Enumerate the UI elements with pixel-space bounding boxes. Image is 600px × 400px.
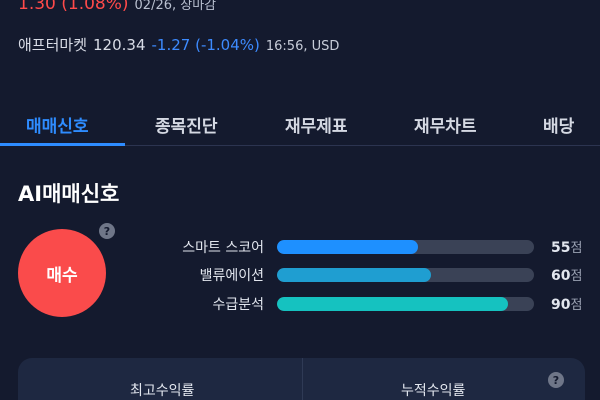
- metric-score: 90점: [551, 297, 583, 313]
- metric-row-valuation: 밸류에이션 60점: [0, 263, 600, 285]
- returns-card: 최고수익률 누적수익률: [18, 358, 585, 400]
- section-title: AI매매신호: [18, 182, 120, 206]
- metric-track: [277, 240, 534, 254]
- metric-row-smart-score: 스마트 스코어 55점: [0, 235, 600, 257]
- metric-label: 수급분석: [212, 297, 264, 313]
- metric-score: 55점: [551, 240, 583, 256]
- metric-row-supply-demand: 수급분석 90점: [0, 292, 600, 314]
- tab-stock-diagnosis[interactable]: 종목진단: [155, 112, 218, 137]
- max-return-label: 최고수익률: [130, 383, 195, 399]
- price-change: 1.30 (1.08%): [18, 0, 129, 14]
- after-market-time: 16:56, USD: [265, 39, 340, 54]
- tab-trading-signal[interactable]: 매매신호: [26, 112, 89, 137]
- tab-financial-charts[interactable]: 재무차트: [414, 112, 477, 137]
- help-icon[interactable]: ?: [548, 372, 564, 388]
- metric-track: [277, 268, 534, 282]
- after-market-line: 애프터마켓 120.34 -1.27 (-1.04%) 16:56, USD: [18, 34, 339, 55]
- after-market-label: 애프터마켓: [18, 36, 88, 54]
- tab-bar: 매매신호 종목진단 재무제표 재무차트 배당: [0, 104, 600, 146]
- after-market-change: -1.27 (-1.04%): [151, 36, 260, 54]
- cumulative-return-label: 누적수익률: [401, 383, 466, 399]
- metric-track: [277, 297, 534, 311]
- active-tab-indicator: [0, 143, 125, 146]
- metric-score: 60점: [551, 268, 583, 284]
- metric-label: 스마트 스코어: [182, 240, 264, 256]
- metric-label: 밸류에이션: [199, 268, 264, 284]
- metric-fill: [277, 240, 419, 254]
- price-change-line: 1.30 (1.08%) 02/26, 장마감: [18, 0, 216, 14]
- tab-financial-statements[interactable]: 재무제표: [285, 112, 348, 137]
- returns-divider: [302, 358, 303, 400]
- after-market-price: 120.34: [93, 36, 146, 54]
- metric-fill: [277, 268, 432, 282]
- market-close-info: 02/26, 장마감: [134, 0, 217, 13]
- metric-fill: [277, 297, 509, 311]
- tab-dividend[interactable]: 배당: [543, 112, 574, 137]
